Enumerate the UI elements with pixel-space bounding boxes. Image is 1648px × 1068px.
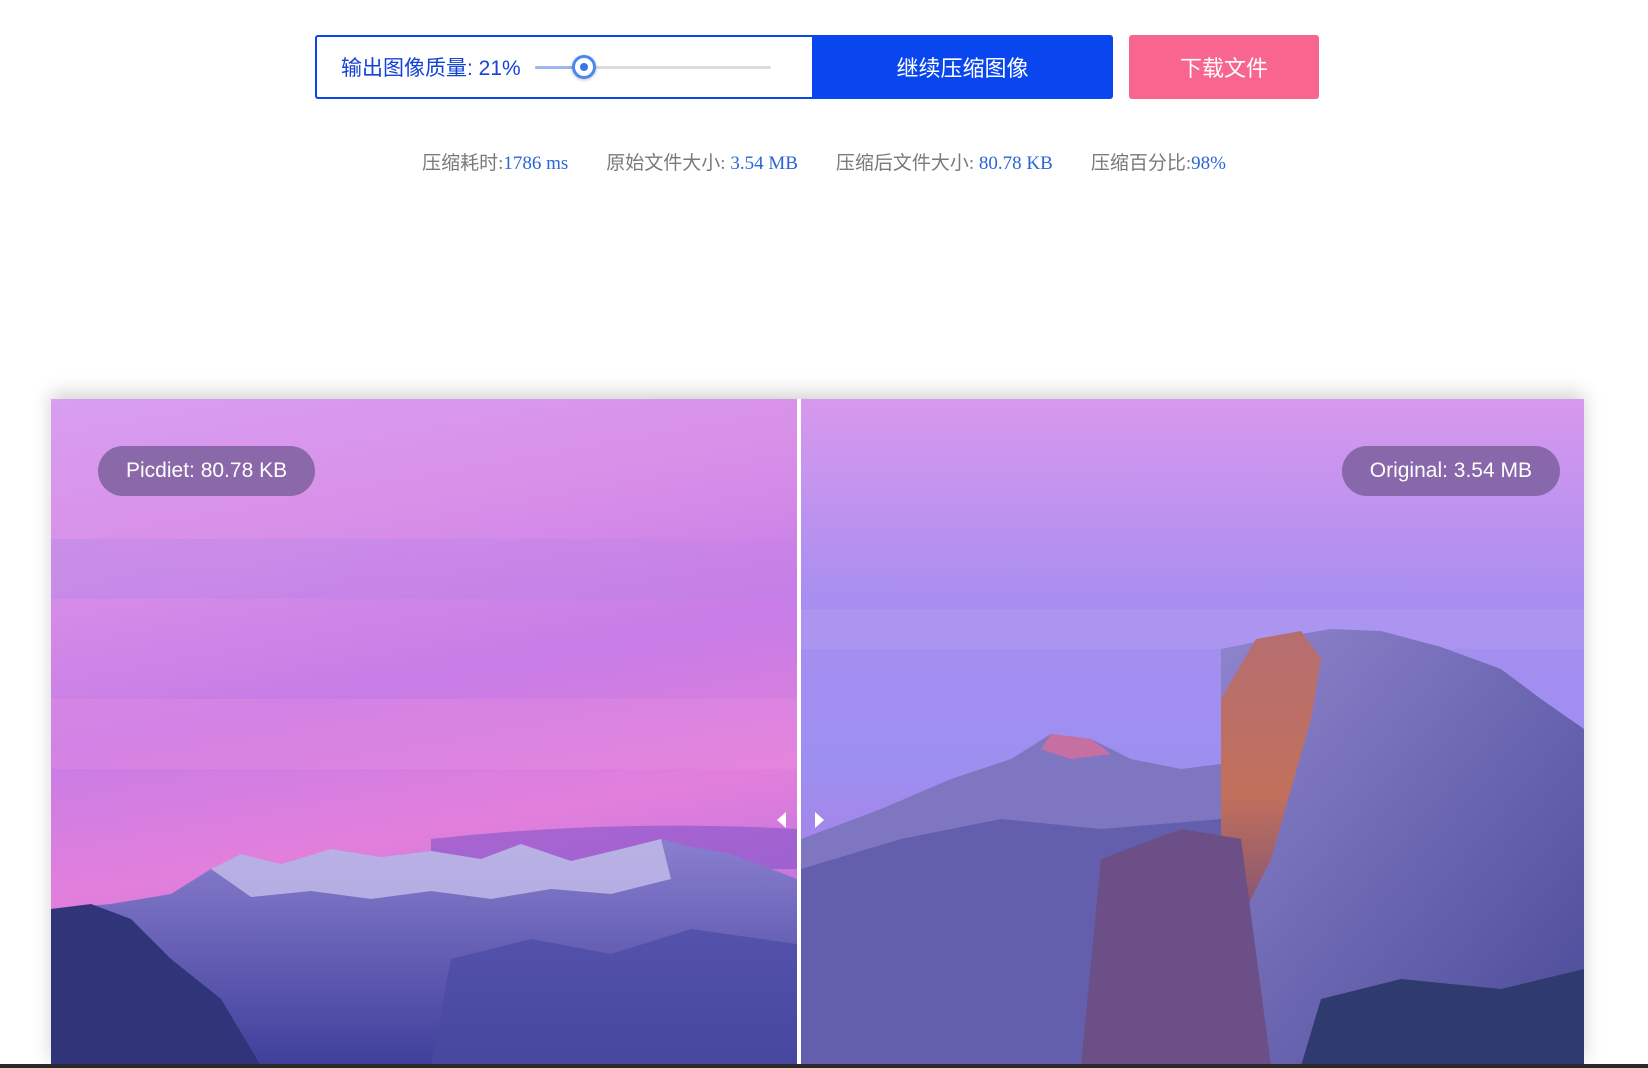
quality-label: 输出图像质量: 21%	[341, 57, 521, 80]
original-landscape-image	[801, 399, 1584, 1066]
stat-compressed-label: 压缩后文件大小:	[835, 153, 979, 174]
stat-ratio-value: 98%	[1191, 153, 1226, 174]
compressed-image	[51, 399, 797, 1066]
quality-slider[interactable]	[534, 52, 771, 82]
quality-control: 输出图像质量: 21%	[315, 35, 812, 99]
stat-compressed-size: 压缩后文件大小: 80.78 KB	[836, 148, 1053, 175]
stat-time-value: 1786 ms	[503, 153, 569, 174]
stat-compressed-value: 80.78 KB	[978, 153, 1053, 174]
slider-thumb[interactable]	[572, 55, 597, 79]
stat-ratio: 压缩百分比:98%	[1091, 148, 1226, 175]
stat-time-label: 压缩耗时:	[422, 153, 504, 174]
stat-original-label: 原始文件大小:	[606, 153, 731, 174]
download-file-button[interactable]: 下载文件	[1129, 35, 1319, 99]
drag-right-icon[interactable]	[815, 812, 824, 828]
compressed-size-badge: Picdiet: 80.78 KB	[98, 446, 316, 496]
stat-time: 压缩耗时:1786 ms	[422, 148, 568, 175]
image-comparison[interactable]	[51, 399, 1584, 1066]
stat-ratio-label: 压缩百分比:	[1090, 153, 1192, 174]
continue-compress-button[interactable]: 继续压缩图像	[812, 35, 1113, 99]
compression-stats: 压缩耗时:1786 ms 原始文件大小: 3.54 MB 压缩后文件大小: 80…	[0, 148, 1648, 175]
bottom-border	[0, 1064, 1648, 1068]
compressed-landscape-image	[51, 399, 797, 1066]
toolbar: 输出图像质量: 21% 继续压缩图像 下载文件	[315, 35, 1319, 99]
original-size-badge: Original: 3.54 MB	[1341, 446, 1560, 496]
original-image	[801, 399, 1584, 1066]
stat-original-size: 原始文件大小: 3.54 MB	[606, 148, 798, 175]
drag-left-icon[interactable]	[777, 812, 786, 828]
stat-original-value: 3.54 MB	[730, 153, 798, 174]
